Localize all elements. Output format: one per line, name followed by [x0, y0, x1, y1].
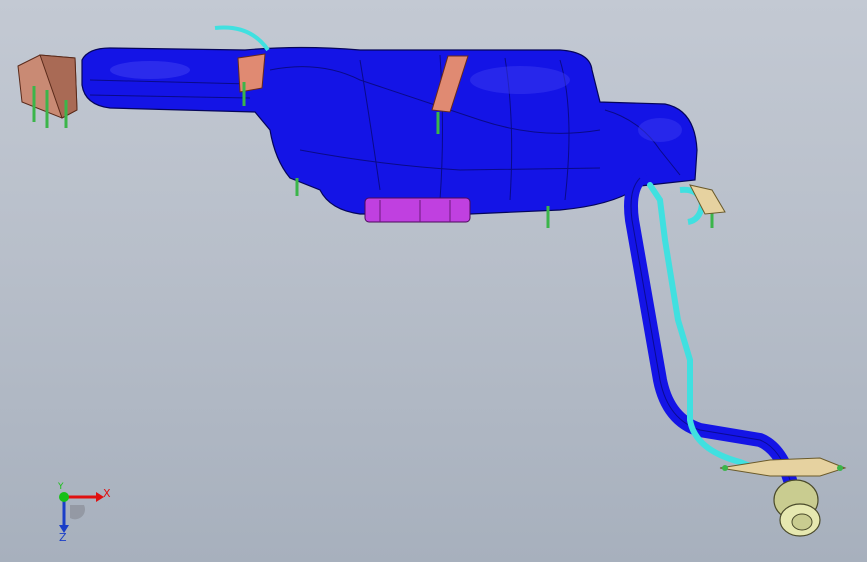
vent-tube-top[interactable]	[214, 25, 270, 52]
axis-y-label: Y	[58, 482, 64, 492]
filler-cap[interactable]	[773, 479, 821, 537]
fuel-tank-body[interactable]	[81, 46, 698, 215]
cad-viewport[interactable]: X Y Z	[0, 0, 867, 562]
left-mount-bracket[interactable]	[17, 54, 78, 128]
tank-strap-left	[237, 53, 266, 93]
fuel-tank-model[interactable]	[0, 0, 867, 562]
axis-triad	[59, 492, 104, 533]
axis-z-label: Z	[59, 531, 67, 544]
pump-module[interactable]	[364, 197, 471, 223]
axis-x-label: X	[103, 487, 111, 500]
right-mount-bracket	[689, 184, 726, 215]
